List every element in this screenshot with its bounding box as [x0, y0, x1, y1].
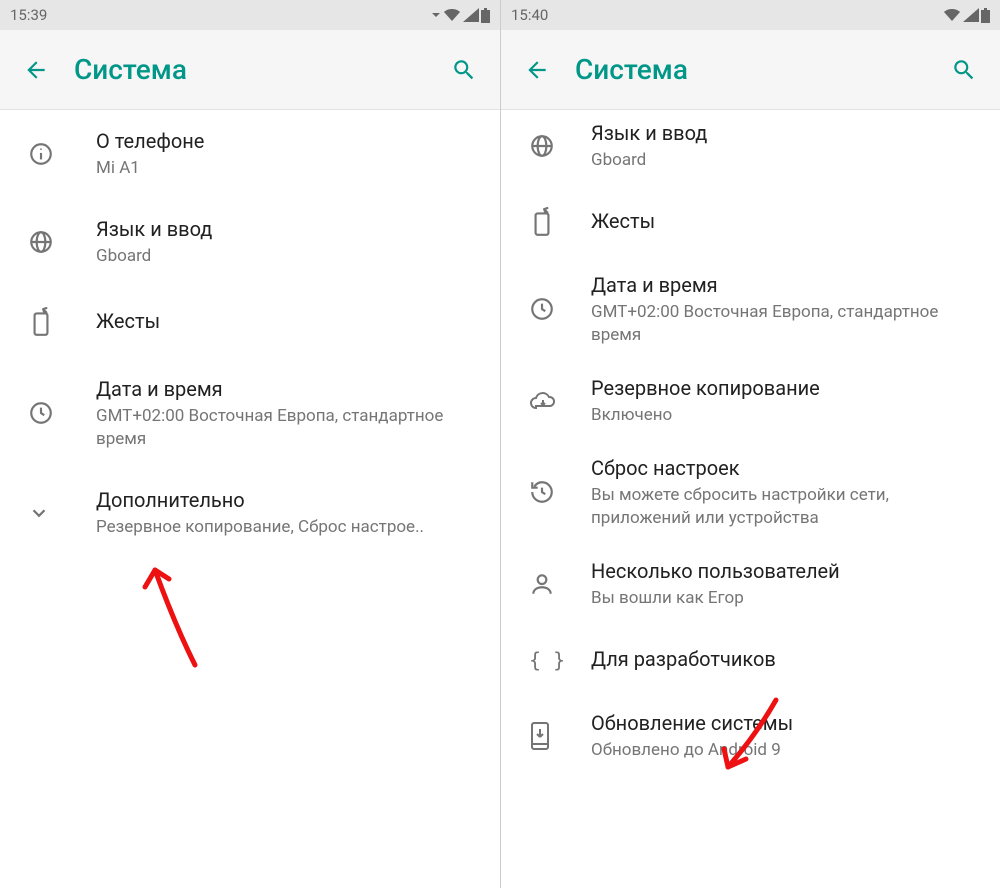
- search-icon: [451, 57, 477, 83]
- item-multiple-users[interactable]: Несколько пользователей Вы вошли как Его…: [501, 544, 1000, 624]
- item-subtitle: GMT+02:00 Восточная Европа, стандартное …: [591, 301, 980, 347]
- settings-list: Язык и ввод Gboard Жесты Дата и время GM…: [501, 110, 1000, 888]
- info-icon: [28, 141, 76, 167]
- clock-icon: [28, 400, 76, 426]
- item-subtitle: GMT+02:00 Восточная Европа, стандартное …: [96, 405, 480, 451]
- item-subtitle: Обновлено до Android 9: [591, 739, 980, 762]
- item-date-time[interactable]: Дата и время GMT+02:00 Восточная Европа,…: [501, 258, 1000, 361]
- back-button[interactable]: [16, 50, 56, 90]
- item-subtitle: Gboard: [591, 149, 980, 172]
- item-title: Для разработчиков: [591, 646, 980, 673]
- status-bar: 15:40: [501, 0, 1000, 30]
- page-title: Система: [74, 53, 444, 86]
- search-button[interactable]: [444, 50, 484, 90]
- status-time: 15:39: [10, 6, 47, 24]
- battery-icon: [481, 8, 490, 23]
- battery-icon: [981, 8, 990, 23]
- status-icons: [943, 8, 990, 23]
- item-subtitle: Вы вошли как Егор: [591, 587, 980, 610]
- back-button[interactable]: [517, 50, 557, 90]
- item-title: Дата и время: [96, 376, 480, 403]
- item-gestures[interactable]: Жесты: [501, 186, 1000, 258]
- back-arrow-icon: [524, 57, 550, 83]
- signal-icon: [963, 8, 979, 22]
- phone-left: 15:39 Система О телефоне Mi A1: [0, 0, 500, 888]
- item-title: Дата и время: [591, 272, 980, 299]
- gestures-icon: [28, 307, 76, 337]
- item-language-input[interactable]: Язык и ввод Gboard: [501, 110, 1000, 186]
- item-title: Сброс настроек: [591, 455, 980, 482]
- item-subtitle: Вы можете сбросить настройки сети, прило…: [591, 484, 980, 530]
- person-icon: [529, 571, 577, 597]
- item-about-phone[interactable]: О телефоне Mi A1: [0, 110, 500, 198]
- item-system-update[interactable]: Обновление системы Обновлено до Android …: [501, 696, 1000, 776]
- item-title: Жесты: [96, 308, 480, 335]
- item-title: Язык и ввод: [591, 120, 980, 147]
- gestures-icon: [529, 207, 577, 237]
- item-title: О телефоне: [96, 128, 480, 155]
- caret-down-icon: [431, 10, 441, 20]
- item-developer-options[interactable]: { } Для разработчиков: [501, 624, 1000, 696]
- braces-icon: { }: [529, 648, 577, 672]
- restore-icon: [529, 479, 577, 505]
- cloud-download-icon: [529, 390, 577, 412]
- item-title: Резервное копирование: [591, 375, 980, 402]
- item-subtitle: Gboard: [96, 245, 480, 268]
- item-language-input[interactable]: Язык и ввод Gboard: [0, 198, 500, 286]
- item-title: Обновление системы: [591, 710, 980, 737]
- page-title: Система: [575, 53, 944, 86]
- item-title: Несколько пользователей: [591, 558, 980, 585]
- status-icons: [431, 8, 490, 23]
- globe-icon: [28, 229, 76, 255]
- item-title: Дополнительно: [96, 487, 480, 514]
- globe-icon: [529, 133, 577, 159]
- item-backup[interactable]: Резервное копирование Включено: [501, 361, 1000, 441]
- phone-right: 15:40 Система Язык и ввод Gboard: [500, 0, 1000, 888]
- item-reset[interactable]: Сброс настроек Вы можете сбросить настро…: [501, 441, 1000, 544]
- search-button[interactable]: [944, 50, 984, 90]
- item-advanced[interactable]: Дополнительно Резервное копирование, Сбр…: [0, 469, 500, 557]
- item-subtitle: Включено: [591, 404, 980, 427]
- wifi-icon: [943, 8, 961, 22]
- item-date-time[interactable]: Дата и время GMT+02:00 Восточная Европа,…: [0, 358, 500, 469]
- back-arrow-icon: [23, 57, 49, 83]
- signal-icon: [463, 8, 479, 22]
- search-icon: [951, 57, 977, 83]
- status-time: 15:40: [511, 6, 548, 24]
- chevron-down-icon: [28, 502, 76, 524]
- status-bar: 15:39: [0, 0, 500, 30]
- item-gestures[interactable]: Жесты: [0, 286, 500, 358]
- settings-list: О телефоне Mi A1 Язык и ввод Gboard Жест…: [0, 110, 500, 888]
- wifi-icon: [443, 8, 461, 22]
- item-subtitle: Резервное копирование, Сброс настрое..: [96, 516, 480, 539]
- app-bar: Система: [0, 30, 500, 110]
- system-update-icon: [529, 721, 577, 751]
- item-title: Язык и ввод: [96, 216, 480, 243]
- app-bar: Система: [501, 30, 1000, 110]
- clock-icon: [529, 296, 577, 322]
- item-subtitle: Mi A1: [96, 157, 480, 180]
- item-title: Жесты: [591, 208, 980, 235]
